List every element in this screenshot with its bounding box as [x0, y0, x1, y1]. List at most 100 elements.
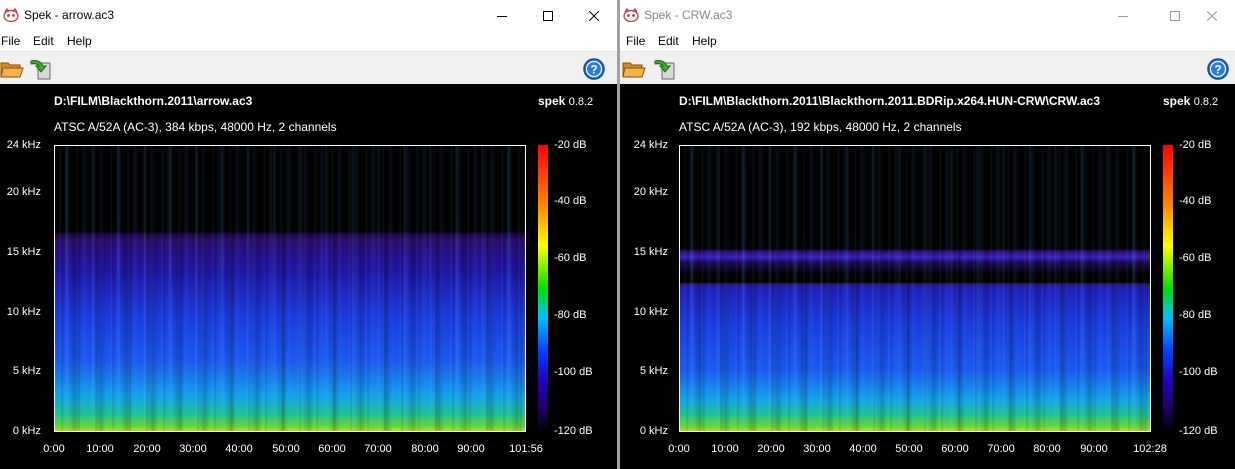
menu-file[interactable]: File — [1, 34, 20, 48]
x-label: 50:00 — [272, 443, 300, 455]
y-label: 5 kHz — [639, 365, 668, 377]
spek-brand-name: spek — [1163, 94, 1191, 108]
menu-edit[interactable]: Edit — [33, 34, 54, 48]
y-label: 10 kHz — [6, 306, 41, 318]
x-label: 60:00 — [318, 443, 346, 455]
help-icon[interactable]: ? — [582, 57, 606, 81]
db-label: -120 dB — [1179, 425, 1218, 437]
minimize-icon — [1118, 15, 1128, 17]
x-label: 70:00 — [987, 443, 1015, 455]
close-button[interactable] — [1189, 0, 1235, 31]
spek-version-number: 0.8.2 — [568, 96, 594, 108]
window-title: Spek - arrow.ac3 — [24, 8, 115, 22]
x-label: 0:00 — [668, 443, 690, 455]
x-label: 90:00 — [457, 443, 485, 455]
save-arrow-icon[interactable] — [28, 57, 52, 81]
menu-bar: File Edit Help — [0, 31, 617, 51]
help-icon[interactable]: ? — [1206, 57, 1230, 81]
title-bar[interactable]: Spek - CRW.ac3 — [620, 0, 1235, 31]
db-label: -20 dB — [1179, 139, 1212, 151]
x-label: 80:00 — [1033, 443, 1061, 455]
y-label: 15 kHz — [6, 246, 41, 258]
menu-edit[interactable]: Edit — [658, 34, 679, 48]
close-button[interactable] — [571, 0, 617, 31]
x-label: 90:00 — [1080, 443, 1108, 455]
y-label: 5 kHz — [12, 365, 41, 377]
x-label: 20:00 — [133, 443, 161, 455]
y-label: 15 kHz — [633, 246, 668, 258]
minimize-button[interactable] — [479, 0, 525, 31]
spectrogram-plot — [54, 145, 526, 432]
x-label: 40:00 — [849, 443, 877, 455]
svg-text:?: ? — [1214, 63, 1221, 77]
save-arrow-icon[interactable] — [652, 57, 676, 81]
y-label: 24 kHz — [6, 139, 41, 151]
close-icon — [589, 10, 599, 21]
spek-app-icon — [623, 8, 639, 22]
menu-file[interactable]: File — [626, 34, 645, 48]
x-label: 80:00 — [411, 443, 439, 455]
minimize-icon — [497, 15, 507, 17]
x-label: 20:00 — [757, 443, 785, 455]
x-label: 30:00 — [803, 443, 831, 455]
spek-window-arrow: Spek - arrow.ac3 File Edit Help ? D:\FIL… — [0, 0, 617, 469]
db-color-scale — [538, 145, 548, 432]
menu-help[interactable]: Help — [692, 34, 717, 48]
db-label: -100 dB — [1179, 366, 1218, 378]
y-label: 20 kHz — [633, 186, 668, 198]
x-label: 10:00 — [711, 443, 739, 455]
x-label: 40:00 — [225, 443, 253, 455]
x-label: 10:00 — [86, 443, 114, 455]
y-label: 0 kHz — [639, 425, 668, 437]
spek-version: spek 0.8.2 — [538, 94, 593, 108]
title-bar[interactable]: Spek - arrow.ac3 — [0, 0, 617, 31]
db-label: -20 dB — [554, 139, 587, 151]
db-label: -60 dB — [554, 252, 587, 264]
x-label: 101:56 — [509, 443, 543, 455]
db-label: -80 dB — [1179, 309, 1212, 321]
x-label: 102:28 — [1133, 443, 1167, 455]
db-color-scale — [1163, 145, 1173, 432]
spek-version-number: 0.8.2 — [1193, 96, 1219, 108]
window-title: Spek - CRW.ac3 — [644, 8, 733, 22]
stream-info: ATSC A/52A (AC-3), 192 kbps, 48000 Hz, 2… — [679, 120, 962, 134]
y-label: 20 kHz — [6, 186, 41, 198]
toolbar: ? — [620, 51, 1235, 85]
y-label: 24 kHz — [633, 139, 668, 151]
db-label: -60 dB — [1179, 252, 1212, 264]
spek-window-crw: Spek - CRW.ac3 File Edit Help ? D:\FILM\… — [620, 0, 1235, 469]
menu-help[interactable]: Help — [67, 34, 92, 48]
x-label: 50:00 — [895, 443, 923, 455]
spectrogram-panel: D:\FILM\Blackthorn.2011\Blackthorn.2011.… — [620, 84, 1235, 469]
spectrogram-texture-2 — [54, 145, 526, 432]
spek-brand-name: spek — [538, 94, 566, 108]
folder-open-icon[interactable] — [622, 57, 646, 81]
x-label: 60:00 — [941, 443, 969, 455]
spectrogram-plot — [679, 145, 1151, 432]
spek-version: spek 0.8.2 — [1163, 94, 1218, 108]
maximize-icon — [543, 10, 553, 21]
folder-open-icon[interactable] — [0, 57, 24, 81]
y-label: 10 kHz — [633, 306, 668, 318]
menu-bar: File Edit Help — [620, 31, 1235, 51]
db-label: -40 dB — [1179, 195, 1212, 207]
minimize-button[interactable] — [1100, 0, 1146, 31]
file-path: D:\FILM\Blackthorn.2011\arrow.ac3 — [54, 94, 253, 108]
db-label: -80 dB — [554, 309, 587, 321]
close-icon — [1207, 10, 1217, 21]
db-label: -40 dB — [554, 195, 587, 207]
file-path: D:\FILM\Blackthorn.2011\Blackthorn.2011.… — [679, 94, 1101, 108]
x-label: 0:00 — [43, 443, 65, 455]
svg-text:?: ? — [590, 63, 597, 77]
spectrogram-texture-2 — [679, 145, 1151, 432]
db-label: -100 dB — [554, 366, 593, 378]
toolbar: ? — [0, 51, 617, 85]
maximize-button[interactable] — [525, 0, 571, 31]
stream-info: ATSC A/52A (AC-3), 384 kbps, 48000 Hz, 2… — [54, 120, 337, 134]
maximize-icon — [1170, 10, 1180, 21]
x-label: 70:00 — [364, 443, 392, 455]
spek-app-icon — [3, 8, 19, 22]
x-label: 30:00 — [179, 443, 207, 455]
spectrogram-panel: D:\FILM\Blackthorn.2011\arrow.ac3 spek 0… — [0, 84, 617, 469]
y-label: 0 kHz — [12, 425, 41, 437]
